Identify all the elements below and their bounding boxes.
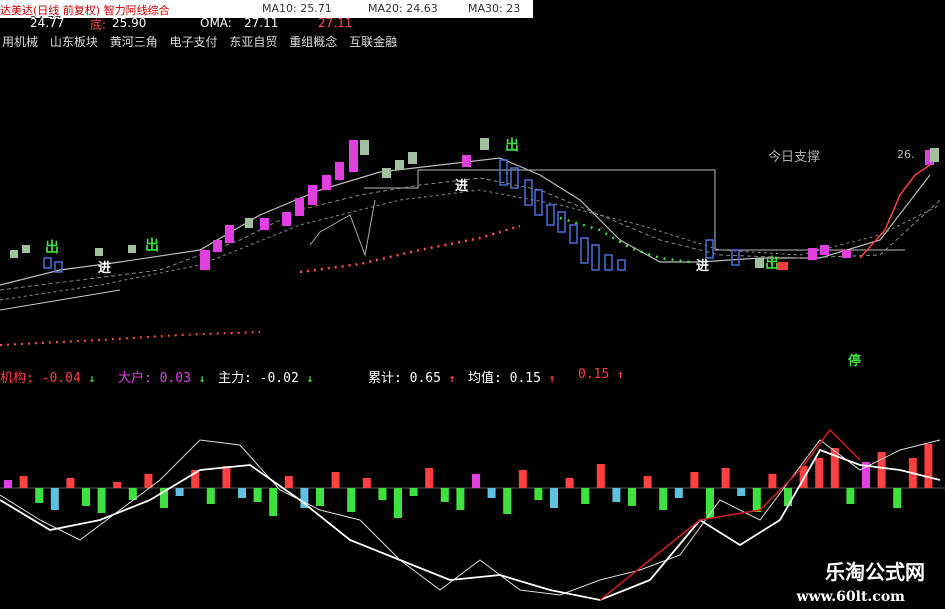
histogram-bar <box>659 488 668 510</box>
histogram-bar <box>565 478 574 488</box>
indicator-bigholder: 大户: 0.03 ↓ <box>118 367 205 386</box>
indicator-label: 主力: <box>218 371 252 386</box>
histogram-bar <box>394 488 402 518</box>
histogram-bar <box>206 488 215 504</box>
histogram-bar <box>737 488 746 496</box>
histogram-bar <box>440 488 449 502</box>
histogram-bar <box>409 488 418 496</box>
watermark-title: 乐淘公式网 <box>825 560 925 584</box>
sell-marker: 出 <box>765 255 779 272</box>
histogram-bar <box>19 476 28 488</box>
histogram-bar <box>175 488 184 496</box>
price-marker: 26. <box>897 148 915 161</box>
ma-line-2 <box>0 177 941 291</box>
histogram-bar <box>472 474 480 488</box>
ma-line-1 <box>0 157 931 286</box>
histogram-bar <box>893 488 902 508</box>
histogram-bar <box>924 444 933 488</box>
indicator-label: 大户: <box>118 371 152 386</box>
histogram-bar <box>238 488 246 498</box>
histogram-bar <box>35 488 44 503</box>
histogram-bar <box>550 488 558 508</box>
histogram-bar <box>534 488 543 500</box>
histogram-bar <box>487 488 496 498</box>
histogram-bar <box>347 488 356 512</box>
arrow-down-icon: ↓ <box>198 372 206 385</box>
histogram-bar <box>362 478 371 488</box>
indicator-value: 0.65 <box>409 371 441 386</box>
histogram-bar <box>784 488 792 506</box>
ma-line-red <box>859 164 931 259</box>
histogram-bar <box>4 480 12 488</box>
histogram-bar <box>50 488 59 510</box>
histogram-bar <box>456 488 465 510</box>
histogram-bar <box>284 476 293 488</box>
sell-marker: 出 <box>505 137 519 154</box>
histogram-bar <box>596 464 605 488</box>
arrow-up-icon: ↑ <box>448 372 456 385</box>
histogram-bar <box>425 468 434 488</box>
red-candle <box>778 262 788 270</box>
indicator-institution: 机构: -0.04 ↓ <box>0 367 95 386</box>
buy-marker: 进 <box>455 179 468 194</box>
histogram-bar <box>752 488 761 512</box>
histogram-bar <box>581 488 590 504</box>
indicator-label: 机构: <box>0 371 34 386</box>
indicator-label: 均值: <box>468 371 502 386</box>
support-label: 今日支撑 <box>768 150 821 165</box>
histogram-bar <box>378 488 387 500</box>
support-line <box>364 169 905 251</box>
arrow-down-icon: ↓ <box>306 372 314 385</box>
indicator-value: -0.02 <box>259 371 299 386</box>
histogram-bar <box>846 488 855 504</box>
buy-marker: 进 <box>98 261 111 276</box>
histogram-bar <box>66 478 75 488</box>
sell-marker: 出 <box>45 239 59 256</box>
histogram-bar <box>222 466 231 488</box>
indicator-value: 0.03 <box>159 371 191 386</box>
lower-line <box>0 289 121 311</box>
histogram-bar <box>628 488 636 506</box>
dots-red-low <box>0 331 261 346</box>
dots-green <box>559 216 691 264</box>
histogram-bar <box>690 472 699 488</box>
histogram-bar <box>768 474 777 488</box>
stock-chart[interactable]: 出 出 出 出 进 进 进 停 26. <box>0 0 945 609</box>
histogram-bars <box>4 444 933 518</box>
histogram-bar <box>144 474 153 488</box>
arrow-down-icon: ↓ <box>88 372 96 385</box>
histogram-bar <box>815 458 824 488</box>
indicator-value: 0.15 <box>509 371 541 386</box>
indicator-label: 累计: <box>368 371 402 386</box>
histogram-bar <box>721 468 730 488</box>
arrow-up-icon: ↑ <box>548 372 556 385</box>
indicator-value: -0.04 <box>41 371 81 386</box>
buy-marker: 进 <box>696 259 709 274</box>
histogram-bar <box>113 482 122 488</box>
arrow-up-icon: ↑ <box>617 368 624 381</box>
ma-line-3 <box>0 189 941 301</box>
histogram-bar <box>253 488 262 502</box>
histogram-bar <box>612 488 621 502</box>
histogram-bar <box>503 488 512 514</box>
watermark-url: www.60lt.com <box>796 589 905 605</box>
indicator-main: 主力: -0.02 ↓ <box>218 367 313 386</box>
stop-label: 停 <box>848 353 861 369</box>
histogram-bar <box>331 472 340 488</box>
indicator-extra: 0.15 ↑ <box>578 367 624 382</box>
histogram-bar <box>316 488 324 506</box>
up-candles <box>200 140 934 270</box>
histogram-bar <box>674 488 683 498</box>
indicator-average: 均值: 0.15 ↑ <box>468 367 555 386</box>
histogram-bar <box>269 488 278 516</box>
indicator-cumulative: 累计: 0.65 ↑ <box>368 367 455 386</box>
histogram-bar <box>643 476 652 488</box>
histogram-bar <box>97 488 106 513</box>
histogram-bar <box>82 488 90 506</box>
down-candles <box>43 159 740 273</box>
histogram-bar <box>518 470 527 488</box>
sell-marker: 出 <box>145 237 159 254</box>
dots-red-mid <box>299 224 521 274</box>
indicator-value: 0.15 <box>578 367 610 382</box>
